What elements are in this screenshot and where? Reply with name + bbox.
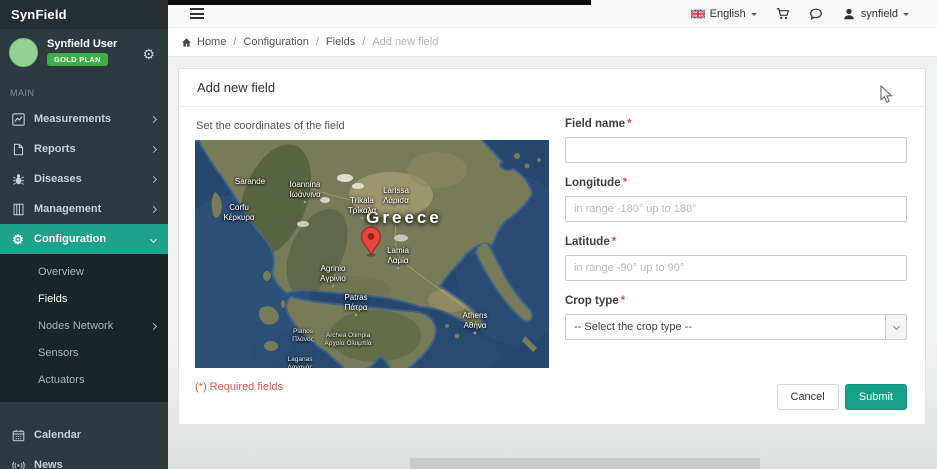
breadcrumb-separator: / [362, 36, 365, 48]
submenu-item-label: Nodes Network [38, 313, 113, 340]
brand-logo[interactable]: SynField [0, 0, 168, 29]
sidebar-item-label: News [34, 459, 63, 469]
breadcrumb: Home / Configuration / Fields / Add new … [168, 28, 937, 57]
sidebar-item-measurements[interactable]: Measurements [0, 104, 168, 134]
chevron-right-icon [150, 205, 157, 212]
sidebar: SynField Synfield User GOLD PLAN ⚙ MAIN … [0, 0, 168, 469]
bug-icon [11, 172, 25, 186]
sidebar-item-calendar[interactable]: Calendar [0, 420, 168, 450]
required-asterisk: * [623, 177, 627, 189]
cancel-button[interactable]: Cancel [777, 384, 839, 410]
sidebar-item-news[interactable]: News [0, 450, 168, 469]
chat-bubble-icon [809, 7, 823, 21]
username-label: synfield [861, 8, 898, 20]
home-icon [181, 37, 192, 48]
add-field-card: Add new field Set the coordinates of the… [178, 68, 926, 425]
bottom-shade-artifact [410, 458, 760, 469]
sidebar-item-label: Diseases [34, 173, 82, 185]
cart-icon [776, 7, 790, 21]
submenu-item-nodes-network[interactable]: Nodes Network [0, 313, 168, 340]
required-asterisk: * [612, 236, 616, 248]
user-name: Synfield User [47, 38, 117, 50]
caret-down-icon [903, 13, 909, 19]
sidebar-item-configuration[interactable]: ⚙ Configuration [0, 224, 168, 254]
longitude-label: Longitude* [565, 177, 907, 189]
submenu-item-fields[interactable]: Fields [0, 286, 168, 313]
submenu-item-label: Overview [38, 259, 84, 286]
field-name-input[interactable] [565, 137, 907, 163]
chevron-right-icon [150, 145, 157, 152]
breadcrumb-fields[interactable]: Fields [326, 36, 355, 48]
caret-down-icon [751, 13, 757, 19]
field-name-label: Field name* [565, 118, 907, 130]
sidebar-item-management[interactable]: Management [0, 194, 168, 224]
language-label: English [710, 8, 746, 20]
required-fields-note: (*) Required fields [195, 381, 549, 393]
submenu-item-overview[interactable]: Overview [0, 259, 168, 286]
required-asterisk: * [627, 118, 631, 130]
sidebar-item-label: Configuration [34, 233, 106, 245]
user-settings-gear-icon[interactable]: ⚙ [142, 47, 155, 61]
submenu-item-label: Sensors [38, 340, 78, 367]
chevron-down-icon [150, 235, 157, 242]
user-menu[interactable]: synfield [842, 7, 909, 21]
main-content: Add new field Set the coordinates of the… [168, 57, 937, 469]
crop-type-label: Crop type* [565, 295, 907, 307]
chevron-right-icon [150, 323, 157, 330]
breadcrumb-separator: / [316, 36, 319, 48]
chevron-right-icon [150, 175, 157, 182]
card-title: Add new field [179, 69, 925, 107]
coordinates-label: Set the coordinates of the field [196, 120, 549, 132]
top-black-bar [168, 0, 591, 5]
breadcrumb-current: Add new field [372, 36, 438, 48]
submenu-item-actuators[interactable]: Actuators [0, 367, 168, 394]
submenu-item-label: Fields [38, 286, 67, 313]
broadcast-icon [11, 458, 25, 469]
cart-button[interactable] [776, 7, 790, 21]
language-menu[interactable]: English [691, 7, 757, 21]
sidebar-item-label: Measurements [34, 113, 111, 125]
uk-flag-icon [691, 7, 705, 21]
map[interactable]: Greece Sarande IoanninaΙωάννινα TrikalaΤ… [195, 140, 549, 368]
chevron-right-icon [150, 115, 157, 122]
plan-badge: GOLD PLAN [47, 53, 108, 66]
calendar-icon [11, 428, 25, 442]
longitude-input[interactable] [565, 196, 907, 222]
submenu-item-label: Actuators [38, 367, 84, 394]
gear-icon: ⚙ [11, 232, 25, 246]
sidebar-item-diseases[interactable]: Diseases [0, 164, 168, 194]
breadcrumb-separator: / [233, 36, 236, 48]
crop-type-select[interactable]: -- Select the crop type -- [565, 314, 907, 340]
sidebar-item-label: Calendar [34, 429, 81, 441]
submit-button[interactable]: Submit [845, 384, 907, 410]
hamburger-menu-icon[interactable] [190, 8, 204, 19]
chart-line-icon [11, 112, 25, 126]
submenu-item-sensors[interactable]: Sensors [0, 340, 168, 367]
latitude-label: Latitude* [565, 236, 907, 248]
configuration-submenu: Overview Fields Nodes Network Sensors Ac… [0, 254, 168, 402]
sidebar-item-label: Reports [34, 143, 76, 155]
map-marker-pin[interactable] [357, 222, 385, 256]
latitude-input[interactable] [565, 255, 907, 281]
breadcrumb-configuration[interactable]: Configuration [243, 36, 308, 48]
sidebar-item-label: Management [34, 203, 101, 215]
file-icon [11, 142, 25, 156]
user-icon [842, 7, 856, 21]
messages-button[interactable] [809, 7, 823, 21]
sidebar-item-reports[interactable]: Reports [0, 134, 168, 164]
breadcrumb-home[interactable]: Home [197, 36, 226, 48]
required-asterisk: * [621, 295, 625, 307]
sidebar-section-label: MAIN [0, 77, 168, 104]
avatar [9, 38, 38, 67]
ledger-icon [11, 202, 25, 216]
user-panel: Synfield User GOLD PLAN ⚙ [0, 29, 168, 77]
